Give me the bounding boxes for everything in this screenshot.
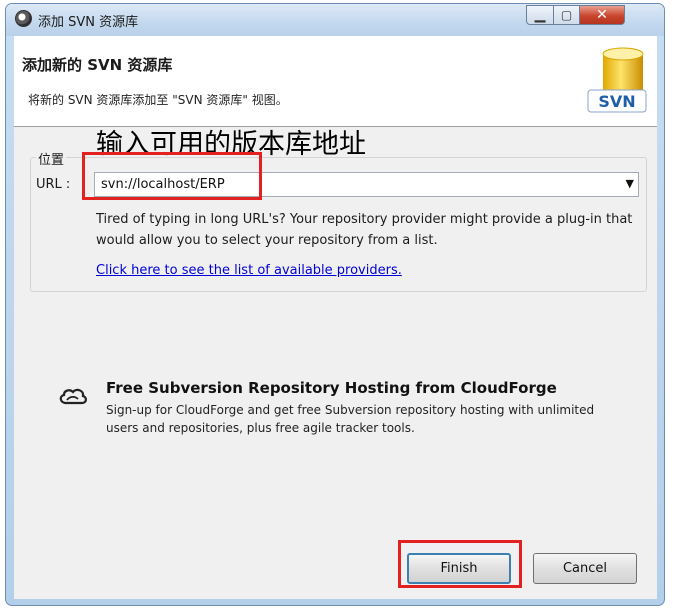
url-label: URL : <box>36 177 71 192</box>
cloudforge-description: Sign-up for CloudForge and get free Subv… <box>106 403 595 435</box>
header-title: 添加新的 SVN 资源库 <box>22 56 173 74</box>
minimize-button[interactable]: ▁ <box>526 5 554 25</box>
annotation-text: 输入可用的版本库地址 <box>96 129 366 160</box>
svn-database-icon: SVN <box>587 47 647 113</box>
maximize-icon: ▢ <box>560 8 573 22</box>
cloud-icon <box>59 388 87 405</box>
finish-button[interactable]: Finish <box>407 553 511 584</box>
dialog-window: 添加 SVN 资源库 ▁ ▢ ✕ 添加新的 SVN 资源库 将新的 SVN 资源… <box>5 3 665 606</box>
url-value[interactable]: svn://localhost/ERP <box>101 177 225 192</box>
providers-link[interactable]: Click here to see the list of available … <box>96 263 402 278</box>
maximize-button[interactable]: ▢ <box>553 5 580 25</box>
svn-logo-text: SVN <box>598 92 635 111</box>
cancel-button[interactable]: Cancel <box>533 553 637 584</box>
close-button[interactable]: ✕ <box>579 5 625 25</box>
wizard-header: 添加新的 SVN 资源库 将新的 SVN 资源库添加至 "SVN 资源库" 视图… <box>14 36 657 126</box>
chevron-down-icon[interactable]: ▼ <box>626 177 634 190</box>
url-combobox[interactable]: svn://localhost/ERP ▼ <box>94 172 639 197</box>
url-hint-text: Tired of typing in long URL's? Your repo… <box>96 212 633 248</box>
cloudforge-title[interactable]: Free Subversion Repository Hosting from … <box>106 379 557 397</box>
location-legend: 位置 <box>36 149 67 168</box>
header-description: 将新的 SVN 资源库添加至 "SVN 资源库" 视图。 <box>28 93 288 107</box>
close-icon: ✕ <box>596 7 608 23</box>
minimize-icon: ▁ <box>534 7 546 23</box>
app-icon <box>15 10 32 27</box>
window-title: 添加 SVN 资源库 <box>38 15 139 30</box>
button-bar: Finish Cancel <box>14 525 657 599</box>
title-bar[interactable]: 添加 SVN 资源库 ▁ ▢ ✕ <box>6 4 664 36</box>
